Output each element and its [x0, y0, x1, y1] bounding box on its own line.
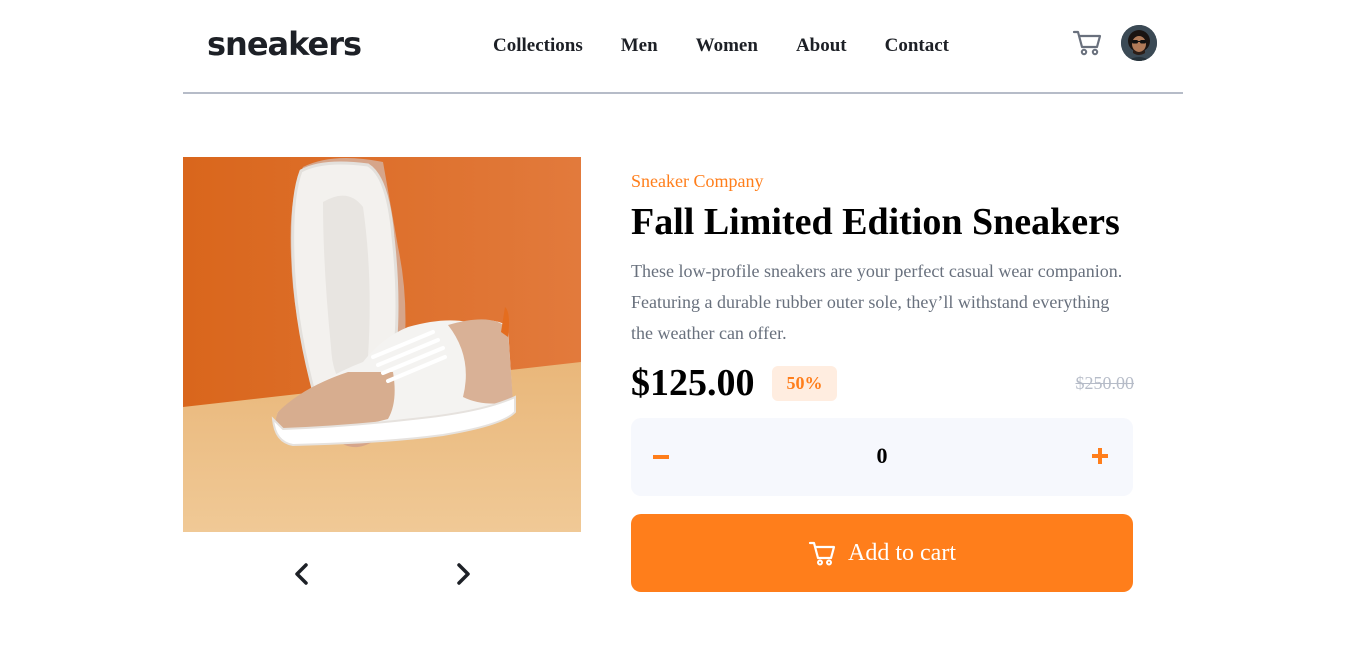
product-image[interactable] [183, 157, 581, 532]
cart-button[interactable] [1072, 28, 1104, 58]
gallery-prev-button[interactable] [288, 560, 316, 588]
nav-women[interactable]: Women [696, 34, 758, 58]
chevron-left-icon [295, 563, 308, 585]
gallery-next-button[interactable] [449, 560, 477, 588]
sneaker-photo [183, 157, 581, 532]
site-header: sneakers Collections Men Women About Con… [183, 0, 1183, 94]
plus-icon [1092, 448, 1108, 464]
cart-icon [1072, 30, 1102, 56]
product-description: These low-profile sneakers are your perf… [631, 261, 1123, 343]
nav-contact[interactable]: Contact [885, 34, 949, 58]
quantity-stepper: 0 [631, 418, 1133, 496]
quantity-value: 0 [876, 443, 888, 468]
logo[interactable]: sneakers [207, 24, 362, 64]
avatar-icon [1121, 25, 1157, 61]
user-avatar[interactable] [1121, 25, 1157, 61]
chevron-right-icon [457, 563, 470, 585]
cart-icon [808, 541, 836, 566]
add-to-cart-label: Add to cart [848, 539, 956, 566]
discount-badge: 50% [772, 366, 837, 401]
quantity-increase-button[interactable] [1090, 446, 1110, 466]
company-name: Sneaker Company [631, 171, 764, 191]
product-title: Fall Limited Edition Sneakers [631, 201, 1120, 243]
main-nav: Collections Men Women About Contact [493, 34, 987, 58]
original-price: $250.00 [1075, 373, 1135, 393]
quantity-decrease-button[interactable] [653, 444, 673, 470]
nav-men[interactable]: Men [621, 34, 658, 58]
add-to-cart-button[interactable]: Add to cart [631, 514, 1133, 592]
nav-collections[interactable]: Collections [493, 34, 583, 58]
product-page: sneakers Collections Men Women About Con… [0, 0, 1365, 660]
minus-icon [653, 455, 669, 459]
current-price: $125.00 [631, 362, 755, 404]
nav-about[interactable]: About [796, 34, 847, 58]
